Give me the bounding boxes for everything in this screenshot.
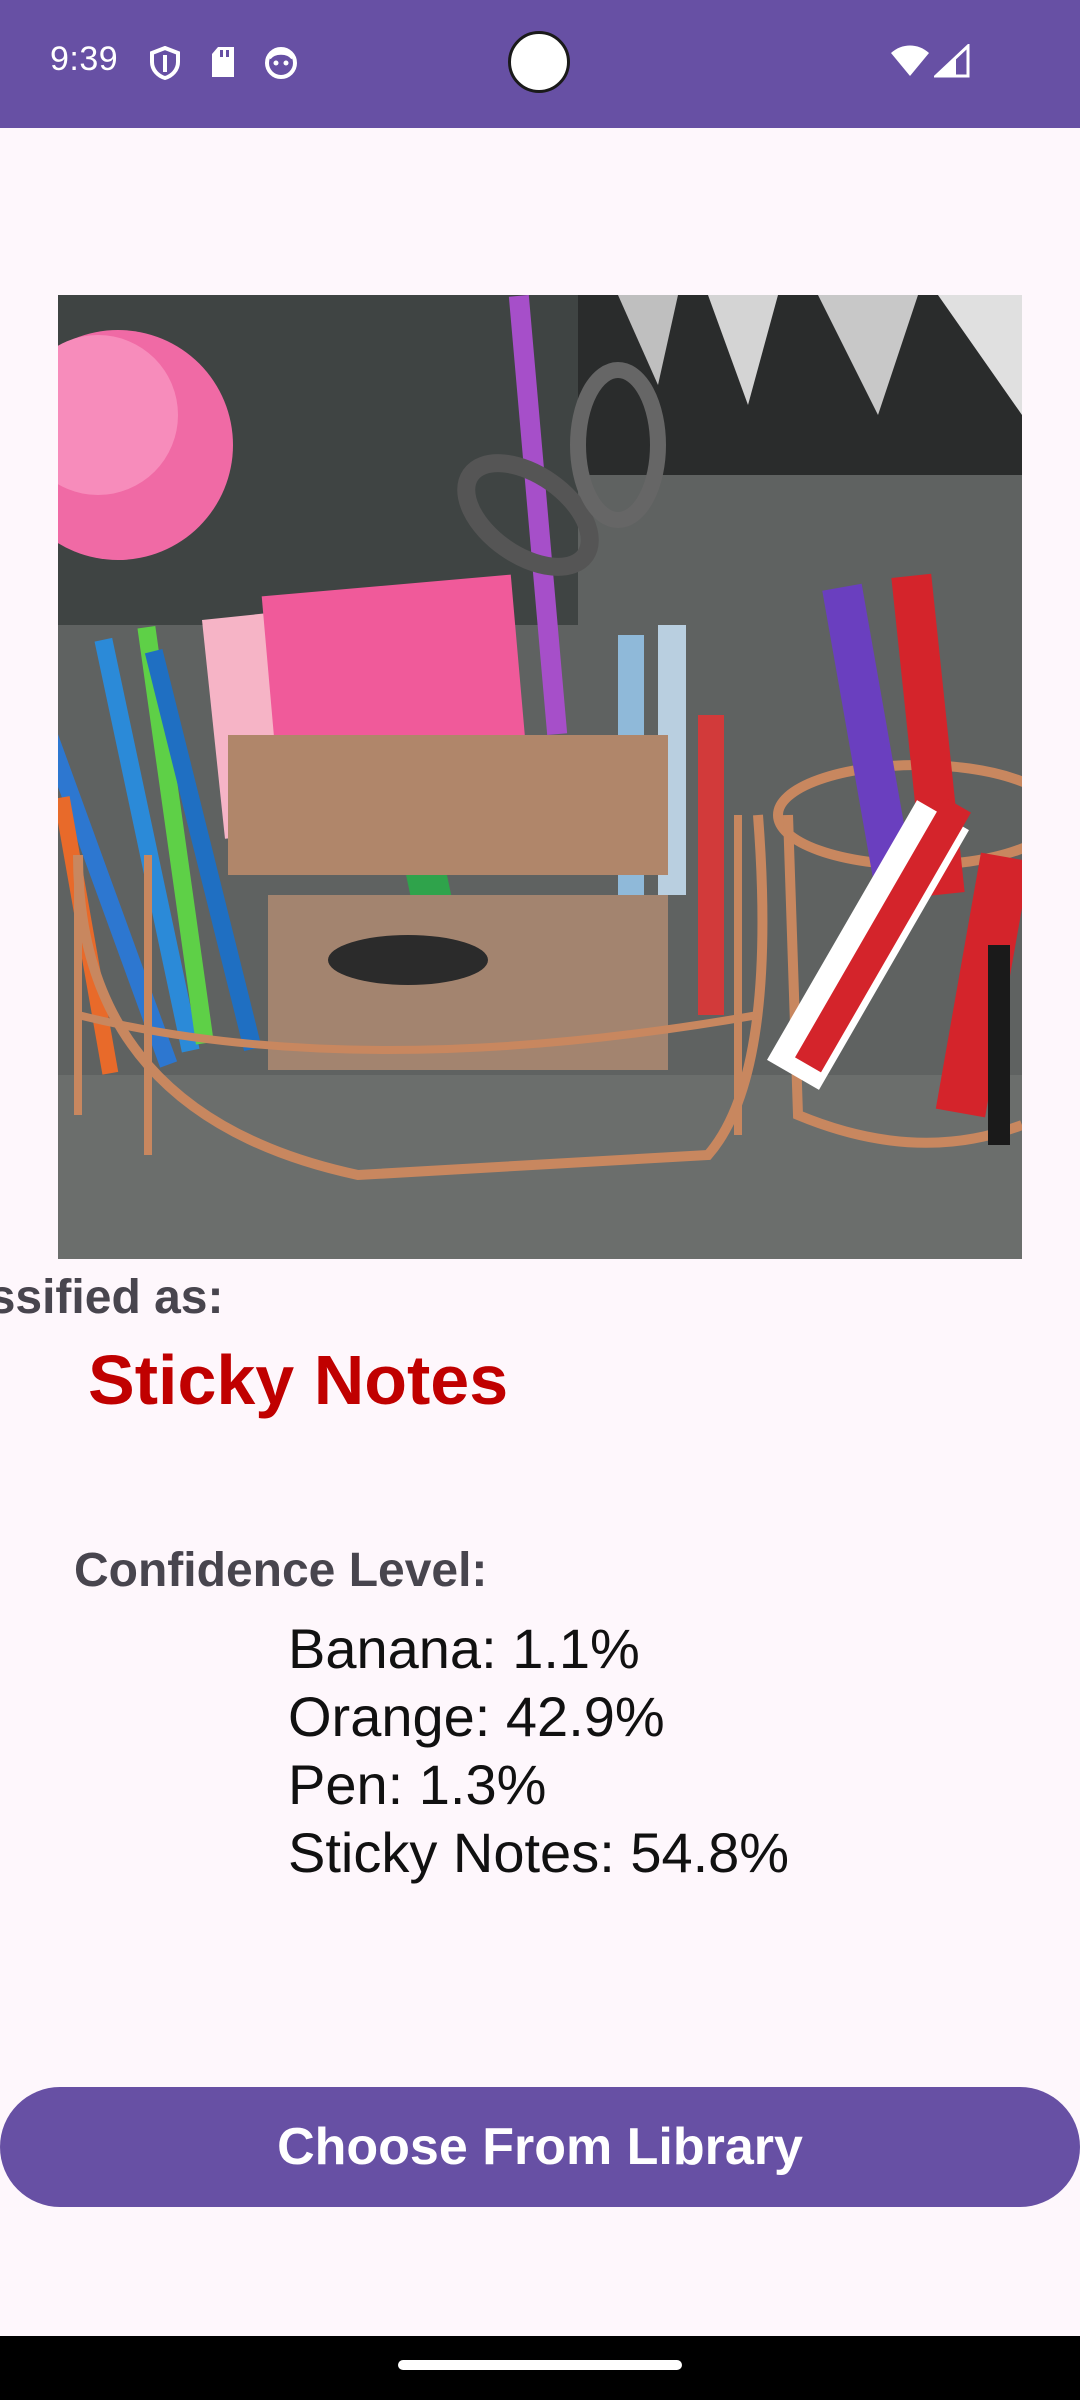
shield-icon [150,45,180,85]
status-time: 9:39 [50,40,119,78]
face-icon [264,46,298,85]
confidence-level-label: Confidence Level: [74,1544,488,1597]
confidence-item: Orange: 42.9% [288,1685,665,1748]
sd-card-icon [210,46,236,83]
confidence-item: Pen: 1.3% [288,1753,547,1816]
camera-cutout [508,31,570,93]
signal-icon [932,42,970,83]
choose-from-library-button[interactable]: Choose From Library [0,2087,1080,2207]
home-gesture-handle[interactable] [398,2360,682,2370]
wifi-icon [890,44,930,83]
classified-as-label: assified as: [0,1271,224,1324]
status-bar: 9:39 [0,0,1080,128]
classification-result: Sticky Notes [88,1341,509,1419]
classified-image [58,295,1022,1259]
confidence-item: Banana: 1.1% [288,1617,640,1680]
confidence-list: Banana: 1.1% Orange: 42.9% Pen: 1.3% Sti… [288,1615,789,1887]
confidence-item: Sticky Notes: 54.8% [288,1821,790,1884]
